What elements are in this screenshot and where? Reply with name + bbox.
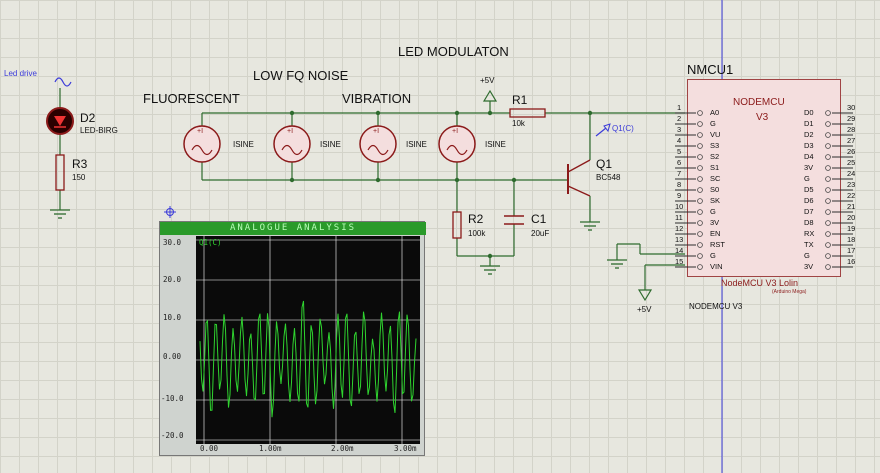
mcu-pin-num-8: 8 [677,180,682,189]
mcu-pin-num-20: 20 [847,213,856,222]
y-tick-minus20: -20.0 [161,431,184,440]
mcu-pin-num-21: 21 [847,202,856,211]
mcu-pin-name-2[interactable]: G [710,119,716,128]
mcu-pin-name-18[interactable]: TX [804,240,814,249]
mcu-pin-name-11[interactable]: 3V [710,218,719,227]
mcu-pin-num-15: 15 [675,257,684,266]
mcu-pin-num-22: 22 [847,191,856,200]
mcu-pin-name-1[interactable]: A0 [710,108,719,117]
graph-screen[interactable]: Q1(C) [196,236,420,444]
mcu-pin-name-10[interactable]: G [710,207,716,216]
mcu-pin-num-25: 25 [847,158,856,167]
mcu-pin-name-24[interactable]: G [804,174,810,183]
trace-label[interactable]: Q1(C) [199,238,222,247]
mcu-pin-name-25[interactable]: 3V [804,163,813,172]
mcu-pin-num-1: 1 [677,103,682,112]
mcu-pin-num-11: 11 [675,213,683,222]
y-tick-30: 30.0 [163,238,182,247]
mcu-pin-name-29[interactable]: D1 [804,119,814,128]
mcu-pin-num-26: 26 [847,147,856,156]
mcu-pin-name-21[interactable]: D7 [804,207,814,216]
x-tick-1m: 1.00m [259,444,282,453]
graph-plot [196,236,420,444]
x-tick-0: 0.00 [200,444,219,453]
mcu-pin-num-7: 7 [677,169,682,178]
mcu-pin-num-27: 27 [847,136,856,145]
y-tick-0: 0.00 [163,352,182,361]
mcu-pin-num-17: 17 [847,246,856,255]
mcu-pin-num-13: 13 [675,235,684,244]
mcu-pin-name-27[interactable]: D3 [804,141,814,150]
mcu-pin-name-15[interactable]: VIN [710,262,723,271]
mcu-pin-name-6[interactable]: S1 [710,163,719,172]
mcu-pin-name-17[interactable]: G [804,251,810,260]
mcu-pin-name-22[interactable]: D6 [804,196,814,205]
mcu-pin-name-13[interactable]: RST [710,240,725,249]
mcu-pin-num-28: 28 [847,125,856,134]
mcu-pin-num-14: 14 [675,246,684,255]
y-tick-20: 20.0 [163,275,182,284]
mcu-pin-num-9: 9 [677,191,682,200]
mcu-pin-num-2: 2 [677,114,682,123]
mcu-pin-name-3[interactable]: VU [710,130,720,139]
x-tick-2m: 2.00m [331,444,354,453]
mcu-pin-name-26[interactable]: D4 [804,152,814,161]
mcu-pin-name-4[interactable]: S3 [710,141,719,150]
graph-title[interactable]: ANALOGUE ANALYSIS [160,222,426,235]
mcu-pin-num-6: 6 [677,158,682,167]
mcu-pin-num-18: 18 [847,235,856,244]
mcu-pin-name-14[interactable]: G [710,251,716,260]
mcu-pin-num-29: 29 [847,114,856,123]
mcu-pin-num-3: 3 [677,125,682,134]
mcu-pin-num-16: 16 [847,257,856,266]
mcu-pin-name-8[interactable]: S0 [710,185,719,194]
mcu-pin-name-16[interactable]: 3V [804,262,813,271]
y-tick-10: 10.0 [163,313,182,322]
mcu-pin-name-23[interactable]: D5 [804,185,814,194]
mcu-pin-name-7[interactable]: SC [710,174,720,183]
mcu-pin-name-5[interactable]: S2 [710,152,719,161]
mcu-pin-name-12[interactable]: EN [710,229,720,238]
mcu-pin-name-28[interactable]: D2 [804,130,814,139]
mcu-pin-name-20[interactable]: D8 [804,218,814,227]
x-tick-3m: 3.00m [394,444,417,453]
mcu-pin-name-9[interactable]: SK [710,196,720,205]
mcu-pin-num-12: 12 [675,224,684,233]
mcu-pin-name-19[interactable]: RX [804,229,814,238]
mcu-pin-num-30: 30 [847,103,856,112]
mcu-pin-num-10: 10 [675,202,684,211]
mcu-pin-num-23: 23 [847,180,856,189]
y-tick-minus10: -10.0 [161,394,184,403]
mcu-pin-num-24: 24 [847,169,856,178]
mcu-pin-num-19: 19 [847,224,856,233]
mcu-pin-name-30[interactable]: D0 [804,108,814,117]
mcu-pin-num-5: 5 [677,147,682,156]
mcu-pins [675,110,853,270]
mcu-pin-num-4: 4 [677,136,682,145]
